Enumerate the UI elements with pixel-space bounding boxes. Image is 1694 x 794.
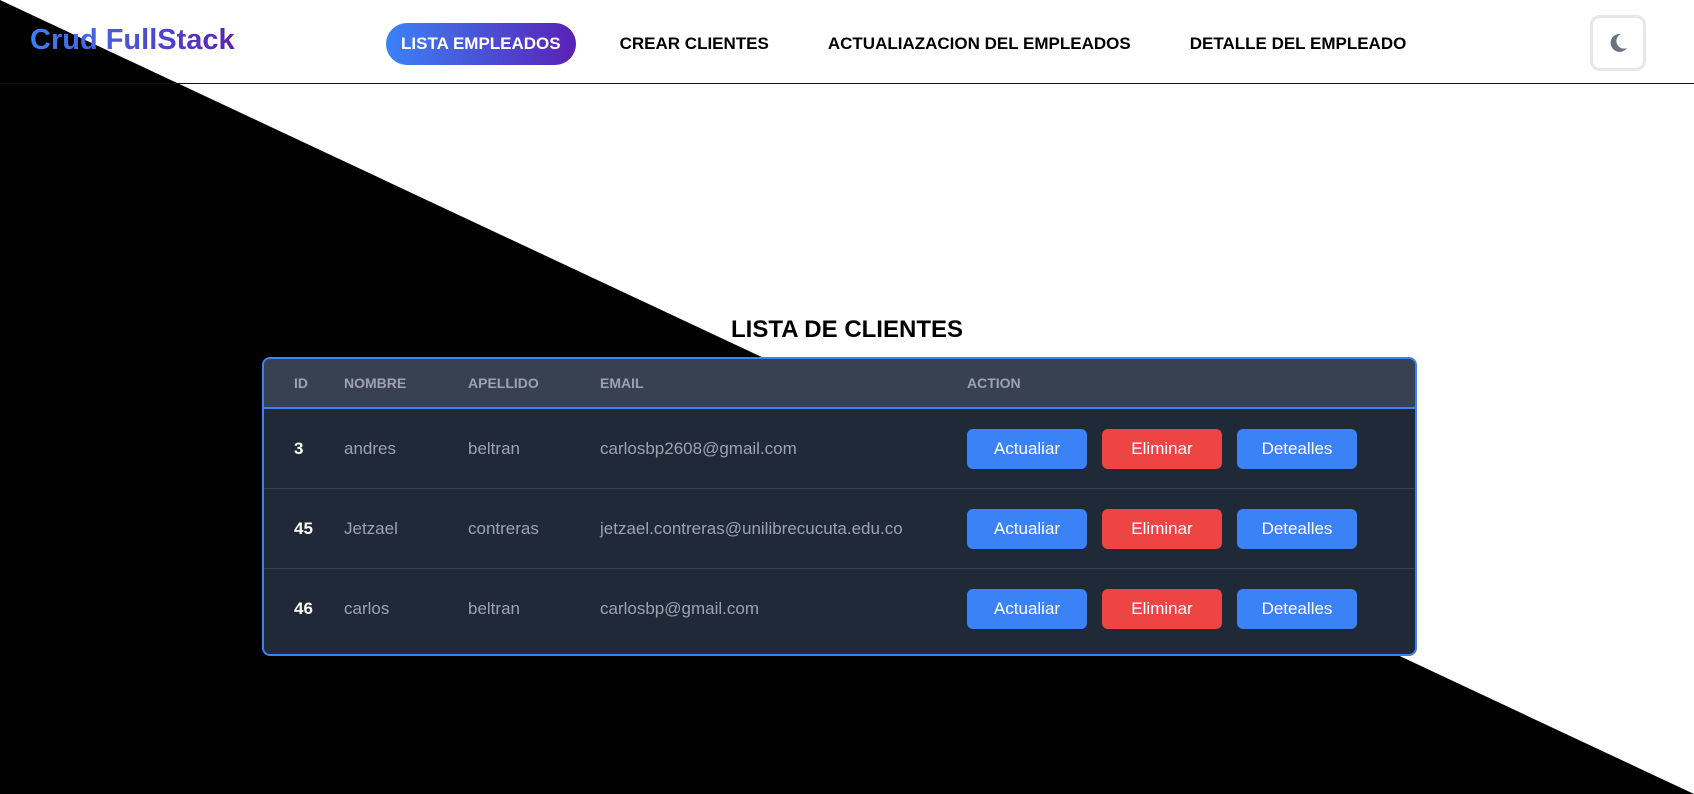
cell-apellido: contreras: [468, 518, 539, 538]
cell-apellido: beltran: [468, 598, 520, 618]
nav-link-actualizacion[interactable]: ACTUALIAZACION DEL EMPLEADOS: [813, 23, 1146, 65]
details-button[interactable]: Detealles: [1237, 508, 1357, 549]
details-button[interactable]: Detealles: [1237, 588, 1357, 629]
table-row: 45 Jetzael contreras jetzael.contreras@u…: [264, 489, 1415, 569]
theme-toggle-button[interactable]: [1590, 15, 1646, 71]
cell-actions: Actualiar Eliminar Detealles: [967, 508, 1372, 549]
nav-link-detalle[interactable]: DETALLE DEL EMPLEADO: [1175, 23, 1422, 65]
clients-table: ID NOMBRE APELLIDO EMAIL ACTION 3 andres…: [262, 357, 1417, 656]
details-button[interactable]: Detealles: [1237, 428, 1357, 469]
cell-email: carlosbp2608@gmail.com: [600, 438, 797, 458]
header-email: EMAIL: [600, 375, 644, 391]
delete-button[interactable]: Eliminar: [1102, 428, 1222, 469]
update-button[interactable]: Actualiar: [967, 588, 1087, 629]
cell-nombre: Jetzael: [344, 518, 398, 538]
nav-link-lista-empleados[interactable]: LISTA EMPLEADOS: [386, 23, 576, 65]
table-row: 46 carlos beltran carlosbp@gmail.com Act…: [264, 569, 1415, 648]
cell-nombre: carlos: [344, 598, 390, 618]
table-header: ID NOMBRE APELLIDO EMAIL ACTION: [264, 359, 1415, 409]
cell-id: 46: [294, 598, 313, 618]
nav-link-crear-clientes[interactable]: CREAR CLIENTES: [605, 23, 784, 65]
brand-logo[interactable]: Crud FullStack: [30, 24, 235, 57]
header-id: ID: [294, 375, 308, 391]
header-apellido: APELLIDO: [468, 375, 539, 391]
moon-icon: [1610, 33, 1627, 52]
update-button[interactable]: Actualiar: [967, 428, 1087, 469]
navbar: Crud FullStack LISTA EMPLEADOS CREAR CLI…: [0, 0, 1694, 84]
table-row: 3 andres beltran carlosbp2608@gmail.com …: [264, 409, 1415, 489]
nav-links: LISTA EMPLEADOS CREAR CLIENTES ACTUALIAZ…: [386, 23, 1450, 65]
cell-email: jetzael.contreras@unilibrecucuta.edu.co: [600, 518, 903, 538]
update-button[interactable]: Actualiar: [967, 508, 1087, 549]
cell-actions: Actualiar Eliminar Detealles: [967, 588, 1372, 629]
cell-apellido: beltran: [468, 438, 520, 458]
cell-id: 45: [294, 518, 313, 538]
page-title: LISTA DE CLIENTES: [730, 316, 963, 344]
delete-button[interactable]: Eliminar: [1102, 508, 1222, 549]
header-action: ACTION: [967, 375, 1021, 391]
cell-email: carlosbp@gmail.com: [600, 598, 759, 618]
cell-id: 3: [294, 438, 304, 458]
header-nombre: NOMBRE: [344, 375, 407, 391]
delete-button[interactable]: Eliminar: [1102, 588, 1222, 629]
cell-actions: Actualiar Eliminar Detealles: [967, 428, 1372, 469]
cell-nombre: andres: [344, 438, 396, 458]
